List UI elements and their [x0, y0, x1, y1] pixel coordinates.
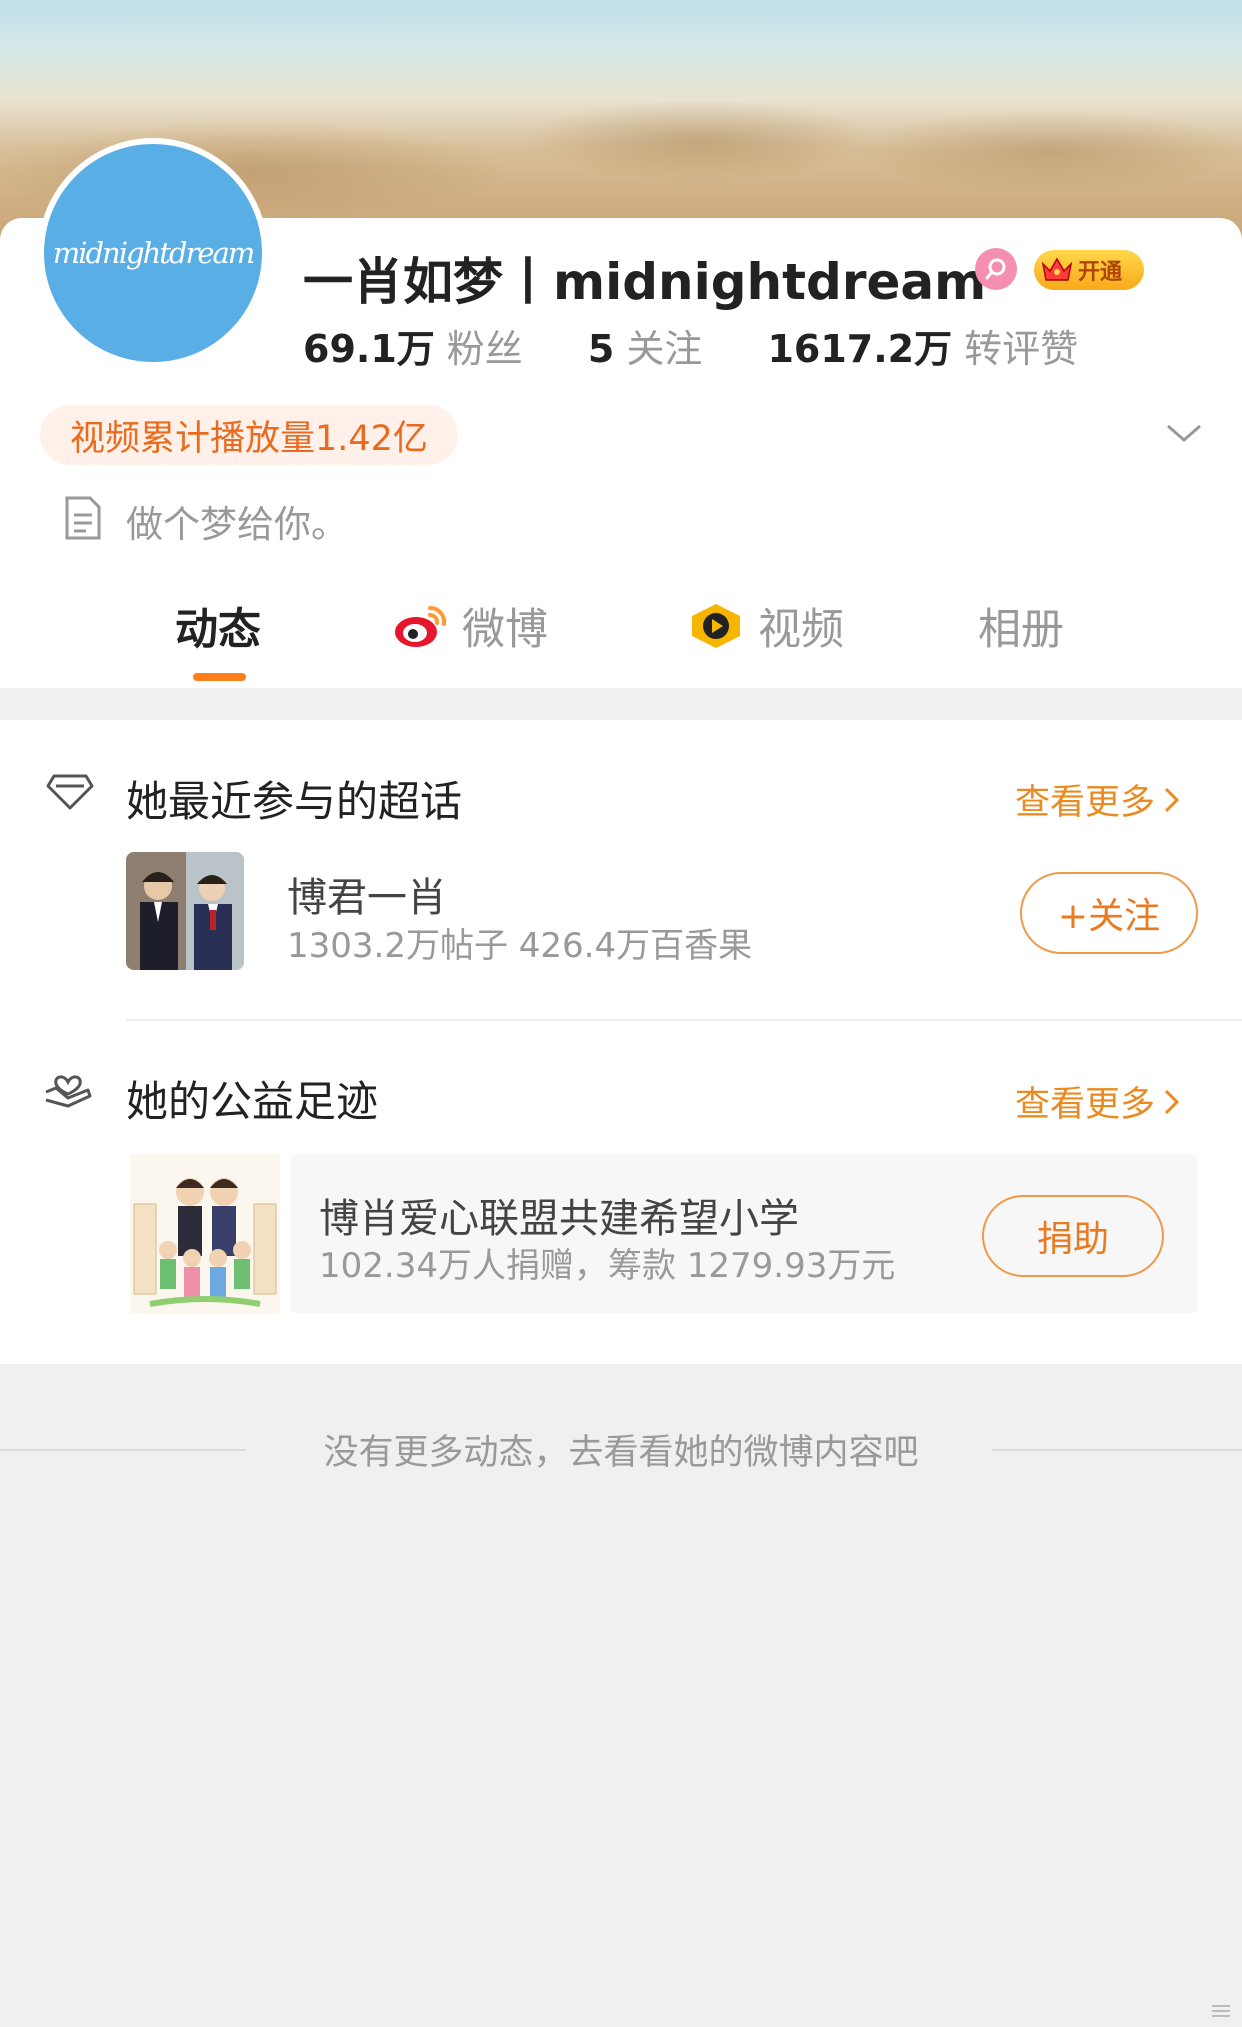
charity-title: 她的公益足迹 — [126, 1077, 379, 1126]
charity-stats: 102.34万人捐赠，筹款 1279.93万元 — [319, 1246, 896, 1286]
vip-open-button[interactable]: 开通 — [1034, 250, 1144, 290]
tab-weibo[interactable]: 微博 — [392, 588, 548, 664]
crown-icon — [1041, 257, 1073, 281]
stat-following[interactable]: 5 关注 — [588, 318, 702, 373]
scroll-grip-icon — [1212, 2005, 1230, 2017]
tab-album[interactable]: 相册 — [978, 588, 1064, 664]
super-topic-see-more[interactable]: 查看更多 — [1015, 774, 1181, 825]
stat-likes[interactable]: 1617.2万 转评赞 — [767, 318, 1078, 373]
chevron-right-icon — [1164, 787, 1180, 812]
username: 一肖如梦丨midnightdream — [303, 253, 987, 311]
follow-topic-button[interactable]: +关注 — [1020, 872, 1198, 954]
chevron-right-icon — [1164, 1089, 1180, 1114]
section-divider — [126, 1019, 1242, 1021]
diamond-icon — [46, 774, 94, 810]
weibo-icon — [395, 605, 447, 647]
profile-stats: 69.1万 粉丝 5 关注 1617.2万 转评赞 — [303, 318, 1138, 373]
video-play-icon — [692, 604, 740, 648]
avatar-text: midnightdream — [52, 236, 256, 270]
super-topic-thumbnail[interactable] — [126, 852, 244, 970]
female-icon — [975, 248, 1017, 290]
activity-section: 她最近参与的超话 查看更多 博君一肖 1303.2万帖子 426.4万百香果 +… — [0, 720, 1242, 1364]
active-tab-indicator — [193, 673, 246, 681]
chevron-down-icon[interactable] — [1164, 418, 1204, 448]
super-topic-stats: 1303.2万帖子 426.4万百香果 — [287, 926, 753, 966]
no-more-content-text: 没有更多动态，去看看她的微博内容吧 — [323, 1433, 919, 1473]
charity-illustration — [130, 1154, 280, 1314]
bio-text: 做个梦给你。 — [126, 503, 348, 546]
video-views-badge[interactable]: 视频累计播放量1.42亿 — [40, 405, 458, 465]
vip-label: 开通 — [1078, 260, 1123, 285]
stat-fans[interactable]: 69.1万 粉丝 — [303, 318, 523, 373]
heart-hand-icon — [45, 1075, 92, 1108]
charity-name: 博肖爱心联盟共建希望小学 — [319, 1196, 799, 1242]
profile-tabs: 动态 微博 视频 相册 — [0, 588, 1242, 688]
document-icon — [65, 496, 101, 540]
donate-button[interactable]: 捐助 — [982, 1195, 1164, 1277]
tab-dynamics[interactable]: 动态 — [175, 588, 261, 664]
super-topic-title: 她最近参与的超话 — [126, 777, 463, 826]
tab-video[interactable]: 视频 — [688, 588, 844, 664]
avatar[interactable]: midnightdream — [38, 138, 268, 368]
charity-see-more[interactable]: 查看更多 — [1015, 1076, 1181, 1127]
super-topic-name[interactable]: 博君一肖 — [287, 865, 447, 923]
